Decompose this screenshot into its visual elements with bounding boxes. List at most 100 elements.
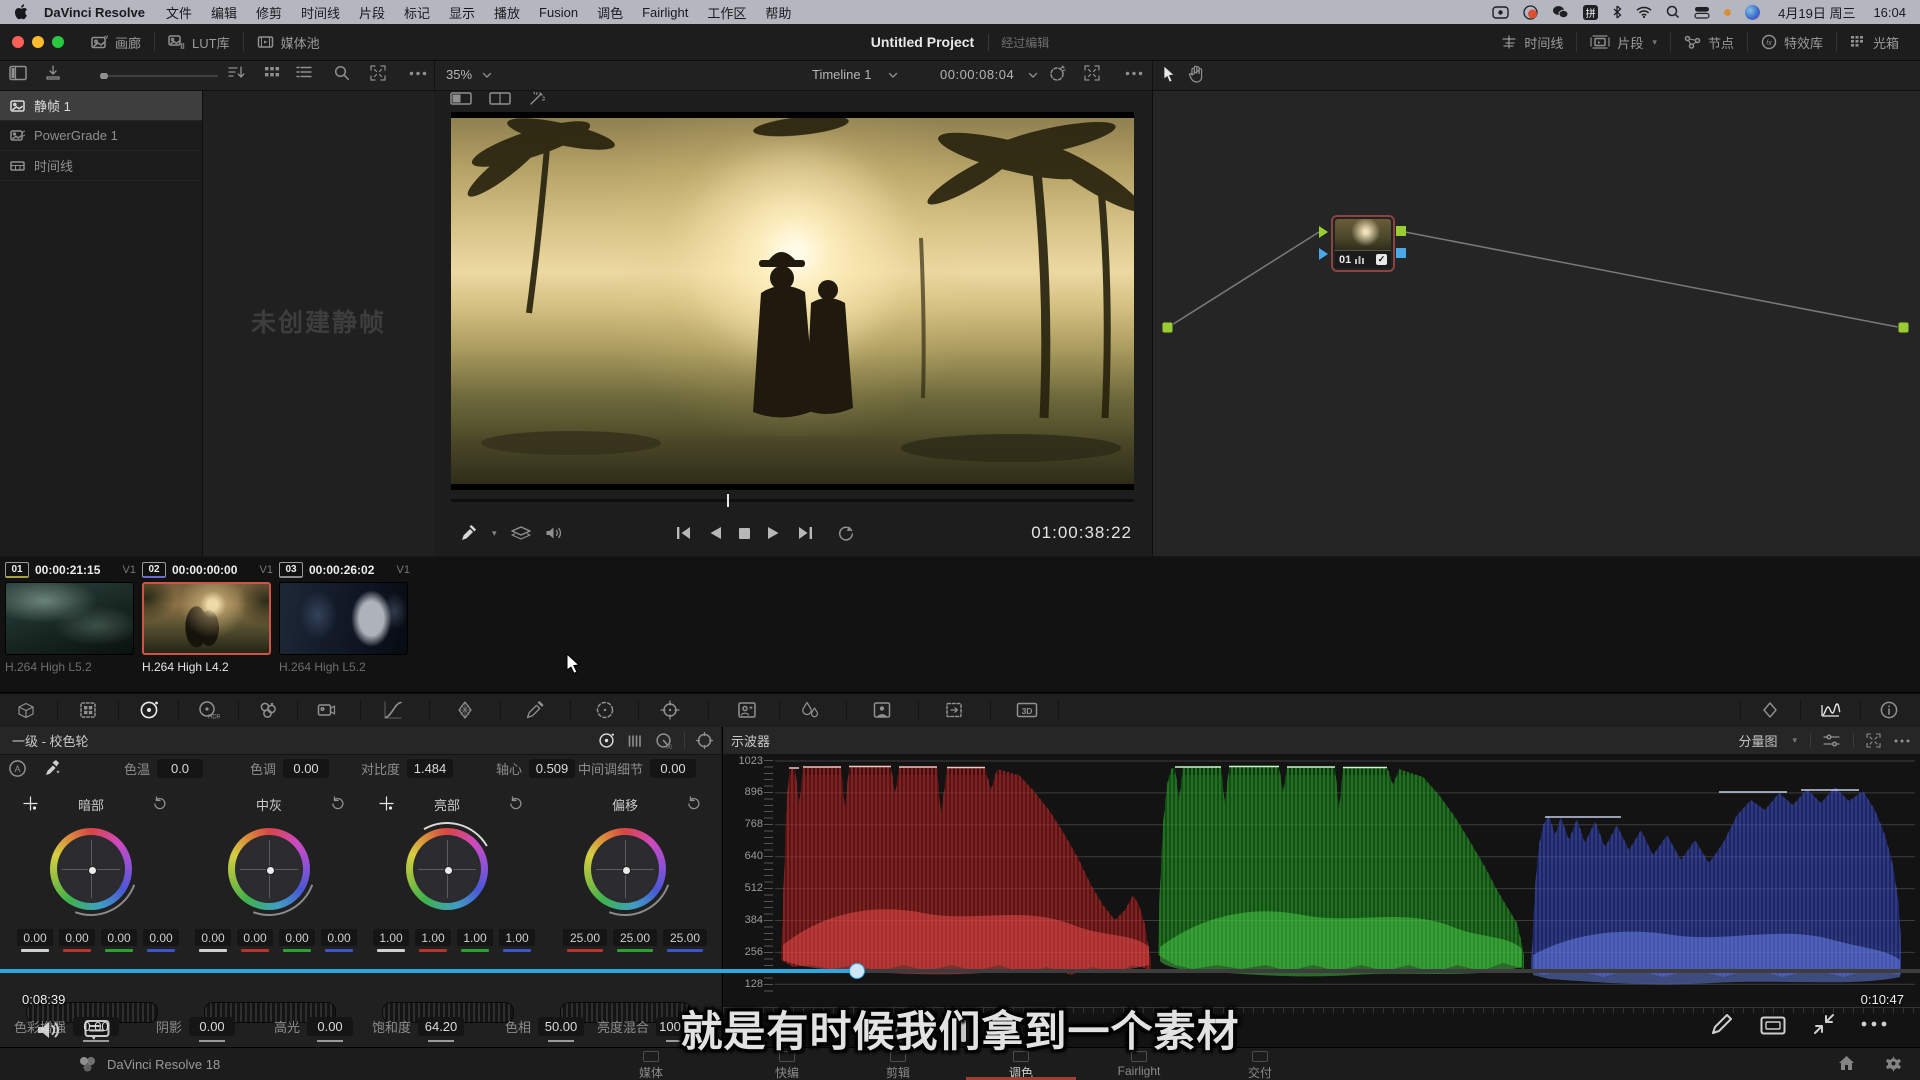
power-window-icon[interactable]: [594, 699, 616, 721]
lift-crosshair-icon[interactable]: [23, 796, 38, 811]
gain-crosshair-icon[interactable]: [379, 796, 394, 811]
bluetooth-icon[interactable]: [1612, 5, 1622, 19]
gallery-panel-button[interactable]: 画廊: [78, 24, 154, 60]
lift-green-value[interactable]: 0.00: [101, 929, 137, 946]
timecode-chevron-icon[interactable]: [1028, 72, 1038, 79]
menubar-time[interactable]: 16:04: [1873, 5, 1906, 20]
gamma-blue-value[interactable]: 0.00: [321, 929, 357, 946]
sort-icon[interactable]: [228, 65, 246, 80]
grab-still-chevron-icon[interactable]: ▾: [492, 528, 497, 539]
blur-icon[interactable]: [799, 699, 821, 721]
record-timecode[interactable]: 01:00:38:22: [1031, 523, 1132, 543]
menu-edit[interactable]: 编辑: [211, 3, 237, 22]
viewer-timecode[interactable]: 00:00:08:04: [940, 67, 1014, 82]
grab-still-eyedropper-icon[interactable]: [460, 524, 478, 542]
unmix-wipe-icon[interactable]: [450, 91, 472, 107]
timeline-select[interactable]: Timeline 1: [812, 67, 871, 82]
close-window-button[interactable]: [12, 36, 24, 48]
keyframes-panel-icon[interactable]: [1759, 699, 1781, 721]
rgb-mixer-icon[interactable]: [257, 699, 279, 721]
menu-file[interactable]: 文件: [166, 3, 192, 22]
lift-wheel-dot[interactable]: [88, 866, 97, 875]
offset-red-value[interactable]: 25.00: [563, 929, 607, 946]
highlight-wand-icon[interactable]: [528, 91, 546, 107]
node-pan-tool-icon[interactable]: [1188, 65, 1205, 83]
export-still-icon[interactable]: [45, 65, 61, 81]
scope-more-options-icon[interactable]: [1894, 739, 1910, 743]
clip-thumbnail[interactable]: [279, 582, 408, 655]
play-reverse-button[interactable]: [708, 526, 722, 540]
album-timelines[interactable]: 时间线: [0, 151, 202, 181]
lift-red-value[interactable]: 0.00: [59, 929, 95, 946]
menu-color[interactable]: 调色: [597, 3, 623, 22]
lightbox-button[interactable]: 光箱: [1837, 33, 1912, 52]
menu-app-name[interactable]: DaVinci Resolve: [44, 5, 145, 20]
auto-balance-icon[interactable]: A: [8, 759, 27, 778]
viewer-video-frame[interactable]: [451, 112, 1134, 490]
mid-detail-value[interactable]: 0.00: [650, 759, 696, 778]
scope-settings-icon[interactable]: [1810, 733, 1840, 748]
viewer-scrub-bar[interactable]: [451, 499, 1134, 502]
sizing-icon[interactable]: [943, 699, 965, 721]
zoom-window-button[interactable]: [52, 36, 64, 48]
go-to-last-frame-button[interactable]: [797, 526, 815, 540]
menu-trim[interactable]: 修剪: [256, 3, 282, 22]
clip-thumbnail[interactable]: [5, 582, 134, 655]
node-editor[interactable]: 01 ✓: [1153, 91, 1920, 556]
gain-green-value[interactable]: 1.00: [457, 929, 493, 946]
tracker-icon[interactable]: [659, 699, 681, 721]
media-pool-button[interactable]: 媒体池: [244, 24, 333, 60]
wifi-icon[interactable]: [1636, 6, 1652, 18]
scope-mode-select[interactable]: 分量图: [1738, 731, 1777, 750]
album-stills[interactable]: 静帧 1: [0, 91, 202, 121]
viewer-zoom-chevron-icon[interactable]: [482, 72, 492, 79]
menu-playback[interactable]: 播放: [494, 3, 520, 22]
primaries-log-mode-icon[interactable]: oG: [655, 732, 672, 749]
curves-icon[interactable]: [382, 699, 404, 721]
search-icon[interactable]: [334, 65, 350, 81]
nodes-panel-button[interactable]: 节点: [1671, 33, 1747, 52]
lift-reset-icon[interactable]: [153, 796, 167, 810]
motion-effects-icon[interactable]: [315, 699, 337, 721]
mute-audio-icon[interactable]: [545, 525, 564, 541]
gamma-master-value[interactable]: 0.00: [195, 929, 231, 946]
gamma-wheel-dot[interactable]: [266, 866, 275, 875]
offset-wheel-dot[interactable]: [622, 866, 631, 875]
player-progress-track[interactable]: [0, 969, 1920, 973]
menu-view[interactable]: 显示: [449, 3, 475, 22]
input-method-icon[interactable]: 拼: [1583, 5, 1598, 20]
gamma-green-value[interactable]: 0.00: [279, 929, 315, 946]
play-button[interactable]: [767, 526, 781, 540]
menu-help[interactable]: 帮助: [765, 3, 791, 22]
primaries-wheels-mode-icon[interactable]: [598, 732, 615, 749]
gain-red-value[interactable]: 1.00: [415, 929, 451, 946]
scope-mode-chevron-icon[interactable]: ▾: [1792, 735, 1797, 746]
player-progress-knob[interactable]: [849, 963, 865, 979]
clip-thumbnail[interactable]: [142, 582, 271, 655]
node-enabled-checkbox[interactable]: ✓: [1376, 254, 1387, 265]
minimize-window-button[interactable]: [32, 36, 44, 48]
toggle-list-panel-icon[interactable]: [9, 65, 27, 81]
offset-reset-icon[interactable]: [687, 796, 701, 810]
primaries-bypass-icon[interactable]: [684, 732, 713, 749]
temp-value[interactable]: 0.0: [157, 759, 203, 778]
expand-gallery-icon[interactable]: [370, 65, 386, 81]
scopes-panel-icon[interactable]: [1819, 699, 1841, 721]
menu-clip[interactable]: 片段: [359, 3, 385, 22]
gain-wheel-dot[interactable]: [444, 866, 453, 875]
grid-view-icon[interactable]: [264, 65, 280, 80]
primaries-bars-mode-icon[interactable]: [627, 733, 643, 749]
stereo-3d-icon[interactable]: 3D: [1015, 699, 1037, 721]
enhanced-viewer-icon[interactable]: [1048, 65, 1066, 82]
gain-reset-icon[interactable]: [509, 796, 523, 810]
screen-record-icon[interactable]: [1492, 6, 1509, 19]
loop-playback-icon[interactable]: [837, 525, 855, 541]
menu-timeline[interactable]: 时间线: [301, 3, 340, 22]
fullscreen-viewer-icon[interactable]: [1084, 65, 1100, 81]
offset-color-wheel[interactable]: [584, 828, 666, 910]
wechat-icon[interactable]: [1552, 5, 1569, 19]
clips-panel-button[interactable]: 片段 ▾: [1577, 33, 1670, 52]
wipe-mode-icon[interactable]: [511, 526, 531, 541]
apple-menu-icon[interactable]: [14, 4, 28, 20]
split-wipe-icon[interactable]: [489, 91, 511, 107]
